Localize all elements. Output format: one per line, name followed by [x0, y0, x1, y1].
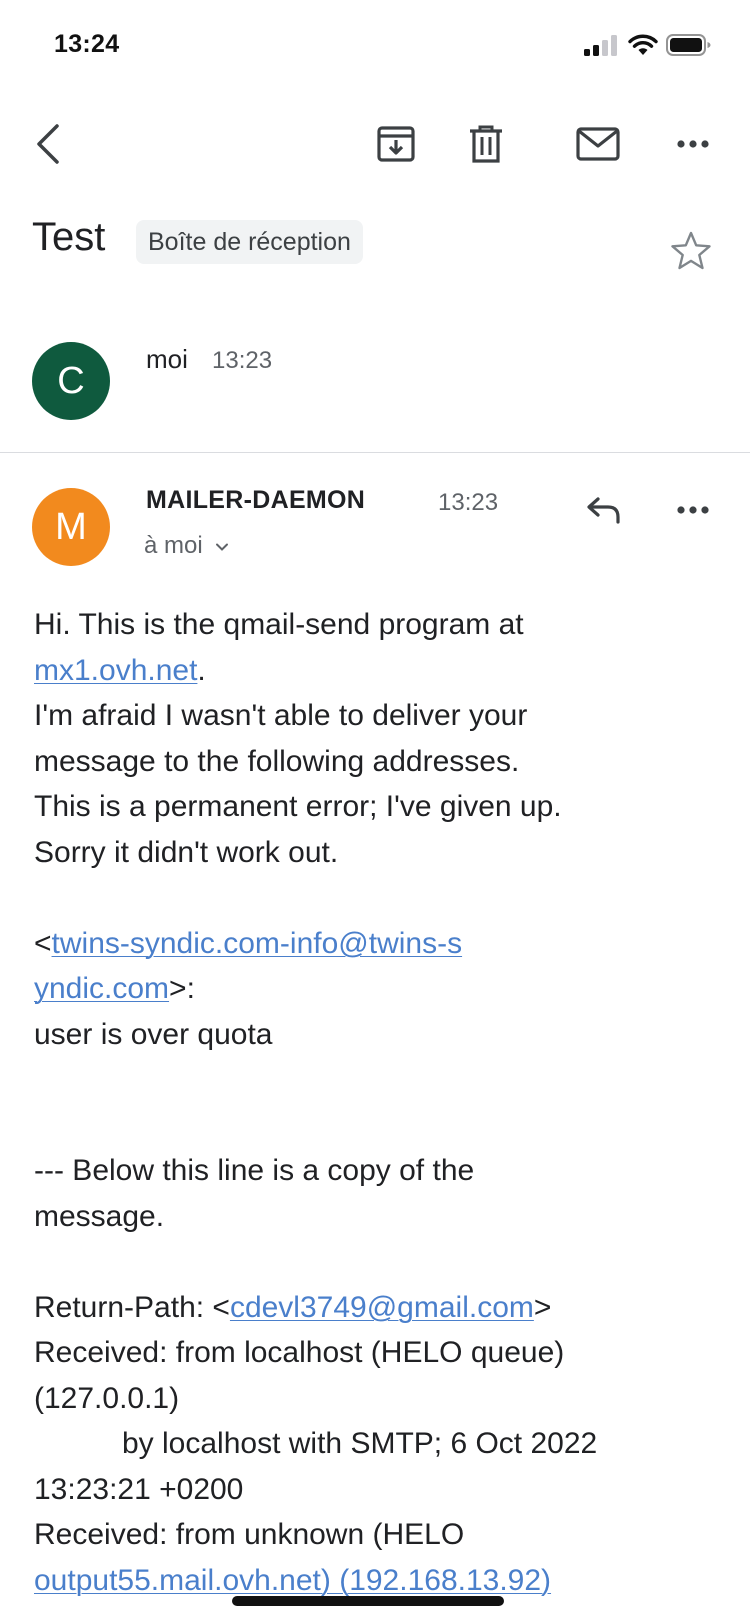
wifi-icon [628, 34, 658, 55]
inbox-label-chip: Boîte de réception [136, 220, 363, 264]
body-line: This is a permanent error; I've given up… [34, 790, 562, 823]
body-line: Sorry it didn't work out. [34, 835, 339, 869]
status-icons [584, 32, 712, 58]
sender-name: MAILER-DAEMON [146, 486, 366, 514]
body-line: by localhost with SMTP; 6 Oct 2022 [122, 1427, 598, 1460]
more-horizontal-icon [677, 140, 709, 148]
battery-icon [666, 34, 711, 56]
home-indicator[interactable] [232, 1596, 504, 1606]
chevron-down-icon [216, 543, 229, 551]
body-line: --- Below this line is a copy of the [34, 1154, 475, 1187]
cellular-signal-icon [584, 35, 617, 56]
body-line: <twins-syndic.com-info@twins-s [34, 926, 463, 960]
status-time: 13:24 [54, 30, 120, 58]
body-line: message to the following addresses. [34, 744, 520, 778]
thread-subject: Test [32, 215, 106, 259]
back-arrow-icon [37, 124, 59, 164]
body-line: Received: from localhost (HELO queue) [34, 1336, 565, 1369]
more-horizontal-icon [677, 506, 709, 514]
avatar[interactable]: C [32, 342, 110, 420]
recipient-details-toggle[interactable]: à moi [144, 532, 229, 560]
mark-unread-button[interactable] [570, 118, 626, 170]
reply-icon [587, 497, 620, 524]
message-more-button[interactable] [668, 484, 718, 536]
star-button[interactable] [670, 230, 712, 272]
mail-icon [576, 127, 620, 161]
divider [0, 452, 750, 453]
body-line: (127.0.0.1) [34, 1381, 180, 1415]
more-options-button[interactable] [668, 118, 718, 170]
archive-icon [377, 126, 415, 162]
body-line: I'm afraid I wasn't able to deliver your [34, 699, 528, 732]
body-line: Return-Path: <cdevl3749@gmail.com> [34, 1290, 552, 1324]
link-recipient-address[interactable]: yndic.com [34, 972, 169, 1005]
link-output55[interactable]: output55.mail.ovh.net [34, 1564, 321, 1597]
message-body: Hi. This is the qmail-send program at mx… [34, 602, 724, 1603]
body-line: user is over quota [34, 1017, 273, 1051]
delete-button[interactable] [460, 118, 512, 170]
body-line: Received: from unknown (HELO [34, 1518, 465, 1551]
link-return-path[interactable]: cdevl3749@gmail.com [230, 1291, 534, 1324]
body-line: message. [34, 1199, 165, 1233]
recipient-label: à moi [144, 532, 203, 559]
sender-name: moi [146, 344, 188, 374]
archive-button[interactable] [370, 118, 422, 170]
star-icon [671, 231, 711, 270]
body-line: 13:23:21 +0200 [34, 1472, 244, 1506]
body-line: yndic.com>: [34, 972, 195, 1005]
link-mx1[interactable]: mx1.ovh.net [34, 654, 197, 687]
reply-button[interactable] [578, 484, 630, 536]
message-time: 13:23 [212, 347, 273, 374]
trash-icon [470, 125, 502, 163]
back-button[interactable] [22, 114, 74, 174]
body-line: Hi. This is the qmail-send program at [34, 608, 524, 641]
message-time: 13:23 [438, 489, 499, 516]
avatar[interactable]: M [32, 488, 110, 566]
link-recipient-address[interactable]: twins-syndic.com-info@twins-s [52, 927, 463, 960]
body-line: mx1.ovh.net. [34, 653, 206, 687]
